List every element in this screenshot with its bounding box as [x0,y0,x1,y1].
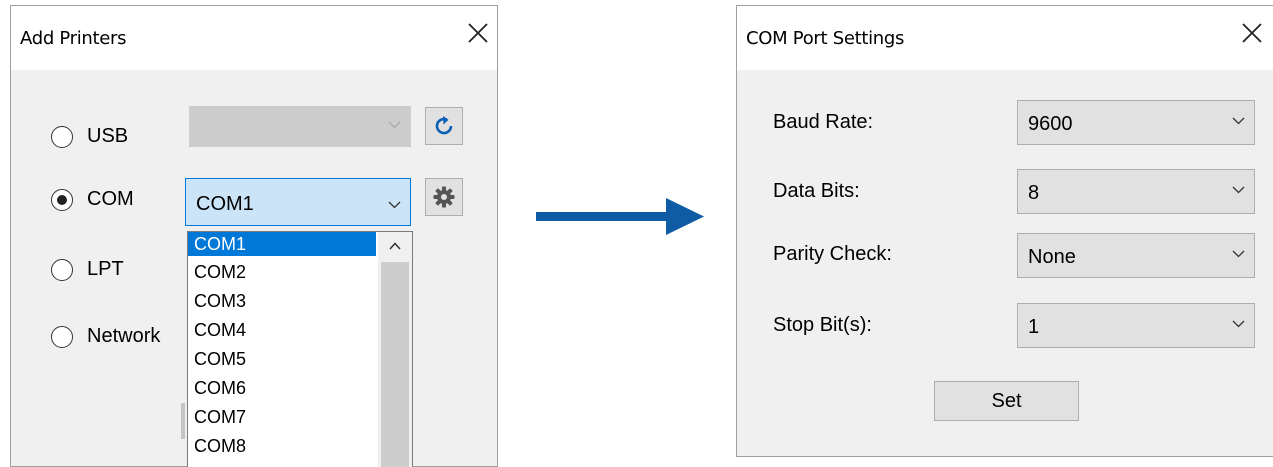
com-settings-titlebar: COM Port Settings [737,6,1273,70]
add-printers-titlebar: Add Printers [11,6,497,70]
list-item-com8[interactable]: COM8 [188,434,376,458]
com-port-dropdown-list[interactable]: COM1 COM2 COM3 COM4 COM5 COM6 COM7 COM8 [187,231,413,467]
usb-label: USB [87,125,129,147]
network-label: Network [87,325,161,347]
baud-rate-label: Baud Rate: [773,111,874,133]
com-port-settings-dialog: COM Port Settings Baud Rate: 9600 Data B… [736,5,1273,457]
network-radio[interactable] [51,326,73,348]
list-item-com6[interactable]: COM6 [188,376,376,400]
com-combo-value: COM1 [196,193,254,215]
parity-check-label: Parity Check: [773,243,892,265]
scroll-thumb[interactable] [381,262,409,467]
close-icon[interactable] [465,20,491,46]
com-settings-button[interactable] [425,178,463,216]
list-item-com1[interactable]: COM1 [188,232,376,256]
chevron-up-icon [389,242,401,250]
com-label: COM [87,188,134,210]
data-bits-value: 8 [1028,182,1040,204]
dialog-title: COM Port Settings [746,28,905,49]
dialog-title: Add Printers [20,28,127,49]
set-button[interactable]: Set [934,381,1079,421]
data-bits-select[interactable]: 8 [1017,169,1255,214]
lpt-radio[interactable] [51,259,73,281]
refresh-icon [435,116,453,135]
list-item-com2[interactable]: COM2 [188,260,376,284]
chevron-down-icon [1232,186,1245,193]
add-printers-dialog: Add Printers USB COM COM1 LPT Network CO… [10,5,498,467]
close-icon[interactable] [1239,20,1265,46]
chevron-down-icon [1232,117,1245,124]
data-bits-label: Data Bits: [773,180,860,202]
com-settings-body: Baud Rate: 9600 Data Bits: 8 Parity Chec… [737,70,1273,456]
baud-rate-select[interactable]: 9600 [1017,100,1255,145]
parity-check-value: None [1028,246,1076,268]
list-item-com7[interactable]: COM7 [188,405,376,429]
usb-port-combo [189,106,411,147]
dropdown-scrollbar[interactable] [378,232,412,467]
chevron-down-icon [388,201,401,209]
parity-check-select[interactable]: None [1017,233,1255,278]
chevron-down-icon [1232,250,1245,257]
list-item-com5[interactable]: COM5 [188,347,376,371]
usb-radio[interactable] [51,126,73,148]
scroll-up-button[interactable] [378,232,412,260]
stop-bits-select[interactable]: 1 [1017,303,1255,348]
lpt-label: LPT [87,258,124,280]
list-item-com3[interactable]: COM3 [188,289,376,313]
chevron-down-icon [388,121,401,128]
refresh-button[interactable] [425,107,463,145]
baud-rate-value: 9600 [1028,113,1073,135]
list-item-com4[interactable]: COM4 [188,318,376,342]
stop-bits-label: Stop Bit(s): [773,314,872,336]
gear-icon [433,186,455,208]
ok-button-edge [181,403,185,439]
com-port-combo[interactable]: COM1 [185,178,411,226]
arrow-right-icon [536,198,704,235]
chevron-down-icon [1232,320,1245,327]
com-radio[interactable] [51,189,73,211]
stop-bits-value: 1 [1028,316,1040,338]
